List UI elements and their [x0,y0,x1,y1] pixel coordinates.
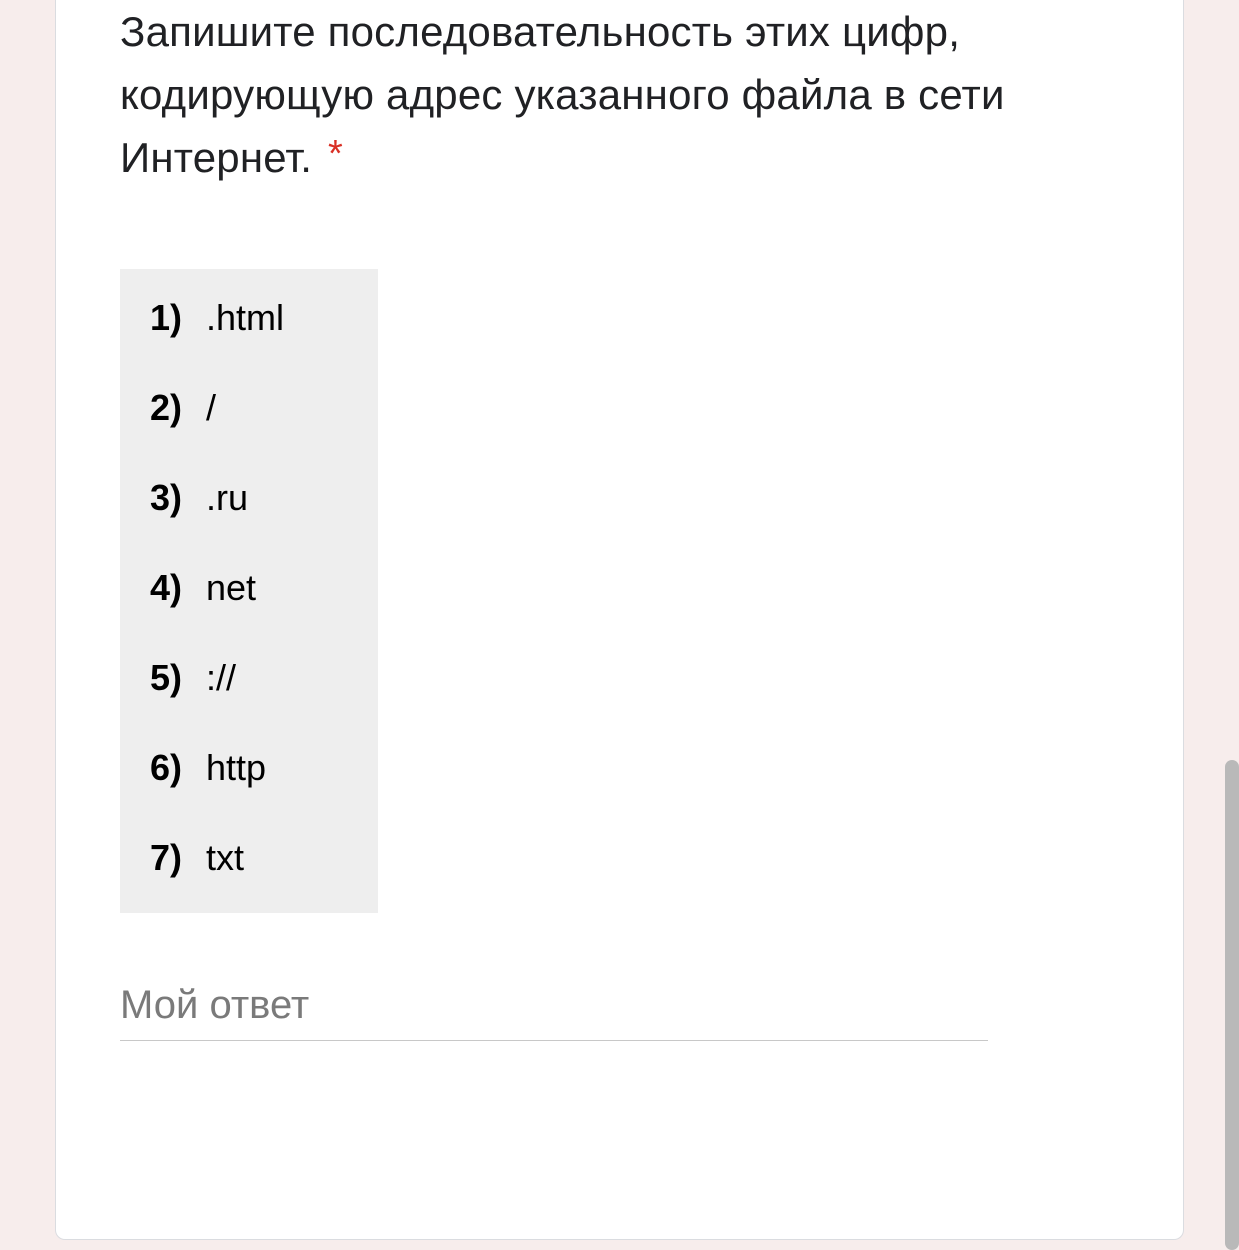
answer-field [120,975,988,1041]
scrollbar-thumb[interactable] [1225,760,1239,1250]
list-item: 2) / [150,387,354,429]
required-star-icon: * [328,133,343,175]
fragment-number: 2) [150,387,206,429]
fragment-value: net [206,567,256,609]
list-item: 7) txt [150,837,354,879]
fragment-value: .html [206,297,284,339]
list-item: 4) net [150,567,354,609]
answer-input[interactable] [120,975,988,1041]
list-item: 5) :// [150,657,354,699]
question-text: Запишите последовательность этих цифр, к… [120,0,1119,189]
fragments-box: 1) .html 2) / 3) .ru 4) net 5) :// 6) ht… [120,269,378,913]
list-item: 3) .ru [150,477,354,519]
fragment-number: 5) [150,657,206,699]
fragment-value: http [206,747,266,789]
fragment-value: .ru [206,477,248,519]
list-item: 6) http [150,747,354,789]
fragment-number: 1) [150,297,206,339]
fragment-number: 3) [150,477,206,519]
fragment-number: 6) [150,747,206,789]
fragment-value: / [206,387,216,429]
fragment-value: :// [206,657,236,699]
question-label: Запишите последовательность этих цифр, к… [120,8,1005,181]
list-item: 1) .html [150,297,354,339]
form-card: Запишите последовательность этих цифр, к… [55,0,1184,1240]
fragment-number: 4) [150,567,206,609]
fragment-value: txt [206,837,244,879]
fragment-number: 7) [150,837,206,879]
